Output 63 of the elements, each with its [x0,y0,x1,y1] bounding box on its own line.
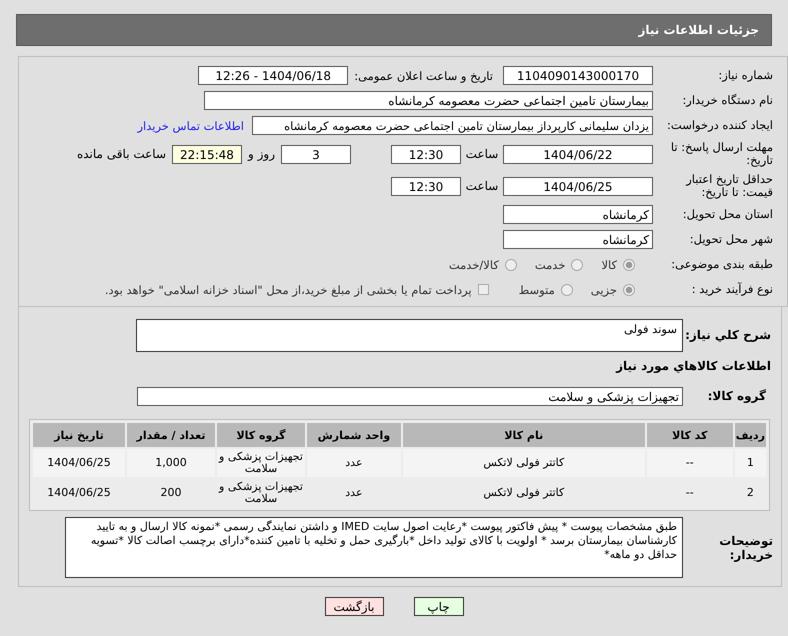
radio-label: متوسط [518,282,555,296]
time-field: 12:30 [391,176,461,196]
radio-label: کالا [601,258,617,272]
buyer-contact-link[interactable]: اطلاعات تماس خریدار [137,118,244,132]
requester-field: یزدان سلیمانی کارپرداز بیمارستان تامین اجتماعی حضرت معصومه کرمانشاه [252,116,653,135]
column-header: کد کالا [646,423,733,447]
field-label: تاریخ و ساعت اعلان عمومی: [354,68,493,82]
column-header: گروه کالا [217,423,305,447]
remaining-time-field: 22:15:48 [172,144,242,164]
column-header: تاریخ نیاز [33,423,125,447]
checkbox-label: پرداخت تمام یا بخشی از مبلغ خرید،از محل "اسناد خزانه اسلامی" خواهد بود. [104,282,472,296]
column-header: تعداد / مقدار [127,423,215,447]
table-cell: عدد [307,449,401,477]
column-header: واحد شمارش [307,423,401,447]
announce-date-field: 1404/06/18 - 12:26 [198,66,348,85]
radio-button[interactable] [623,258,635,270]
radio-label: کالا/خدمت [448,258,499,272]
field-label: گروه کالا: [706,389,767,403]
table-cell: کاتتر فولی لاتکس [402,449,645,477]
time-label: ساعت [464,179,500,193]
field-label: استان محل تحویل: [682,208,774,222]
field-label: مهلت ارسال پاسخ: تا تاریخ: [670,140,774,168]
table-cell: 1,000 [127,449,215,477]
time-field: 12:30 [391,144,461,164]
date-field: 1404/06/25 [503,176,653,196]
city-field: کرمانشاه [503,230,653,249]
table-cell: -- [646,449,733,477]
description-field: سوند فولی [136,318,683,352]
buyer-org-field: بیمارستان تامین اجتماعی حضرت معصومه کرمانشاه [204,91,653,110]
field-label: نام دستگاه خریدار: [681,94,774,108]
days-label: روز و [248,147,275,161]
notes-field: طبق مشخصات پیوست * پیش فاکتور پیوست *رعایت اصول سایت IMED و داشتن نمایندگی رسمی *نمونه کالا ارسال و به تایید کارشناسان بیمارستان برسد * اولویت با کالای تولید داخل *بارگیری حمل و تخلیه با تامین کننده*دارای برچسب اصالت کالا *تسویه حداقل دو ماهه* [65,517,683,578]
table-cell: تجهیزات پزشکی و سلامت [217,449,305,477]
field-label: شماره نیاز: [717,68,774,82]
field-label: شرح کلي نیاز: [684,328,772,342]
province-field: کرمانشاه [503,205,653,224]
section-title: اطلاعات کالاهاي مورد نياز [614,359,772,373]
remaining-label: ساعت باقی مانده [76,147,166,161]
goods-group-field: تجهیزات پزشکی و سلامت [137,386,683,406]
need-number-field: 1104090143000170 [503,66,653,85]
radio-button[interactable] [504,258,517,270]
back-button[interactable]: بازگشت [324,597,384,616]
radio-label: خدمت [534,258,566,272]
column-header: ردیف [734,423,766,447]
table-cell: 1 [734,449,766,477]
radio-button[interactable] [571,258,584,270]
column-header: نام کالا [402,423,645,447]
radio-button[interactable] [560,284,573,296]
print-button[interactable]: چاپ [414,597,464,616]
table-cell: 1404/06/25 [33,449,125,477]
field-label: توضیحات خریدار: [718,534,774,562]
field-label: شهر محل تحویل: [688,232,774,246]
radio-label: جزیی [590,282,617,296]
field-label: ایجاد کننده درخواست: [666,118,774,132]
checkbox[interactable] [478,284,489,295]
date-field: 1404/06/22 [503,144,653,164]
field-label: طبقه بندی موضوعی: [670,258,774,272]
days-field: 3 [281,144,351,164]
page-title: جزئیات اطلاعات نیاز [638,23,759,37]
field-label: حداقل تاریخ اعتبار قیمت: تا تاریخ: [684,172,774,200]
radio-button[interactable] [623,284,635,296]
time-label: ساعت [464,147,500,161]
field-label: نوع فرآیند خرید : [690,282,774,296]
